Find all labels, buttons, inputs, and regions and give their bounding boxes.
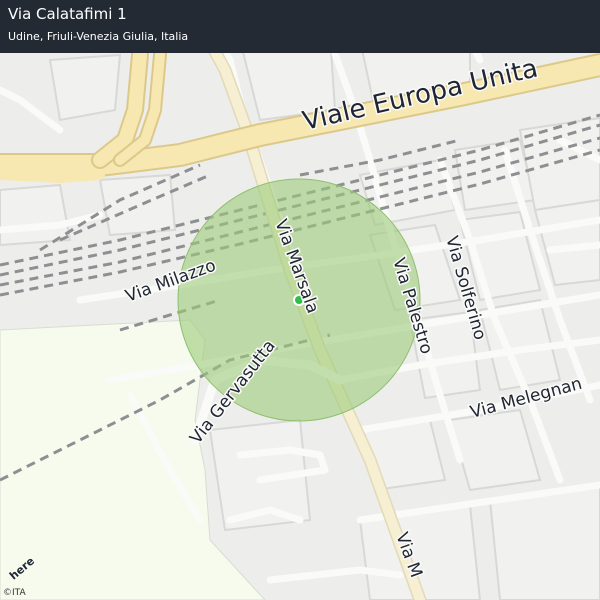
map-canvas[interactable]: Viale Europa Unita Via Milazzo Via Marsa… [0,0,600,600]
address-title: Via Calatafimi 1 [8,5,127,23]
address-subtitle: Udine, Friuli-Venezia Giulia, Italia [8,30,189,43]
location-header: Via Calatafimi 1 Udine, Friuli-Venezia G… [0,0,600,53]
copyright-notice: ©ITA [3,588,26,598]
